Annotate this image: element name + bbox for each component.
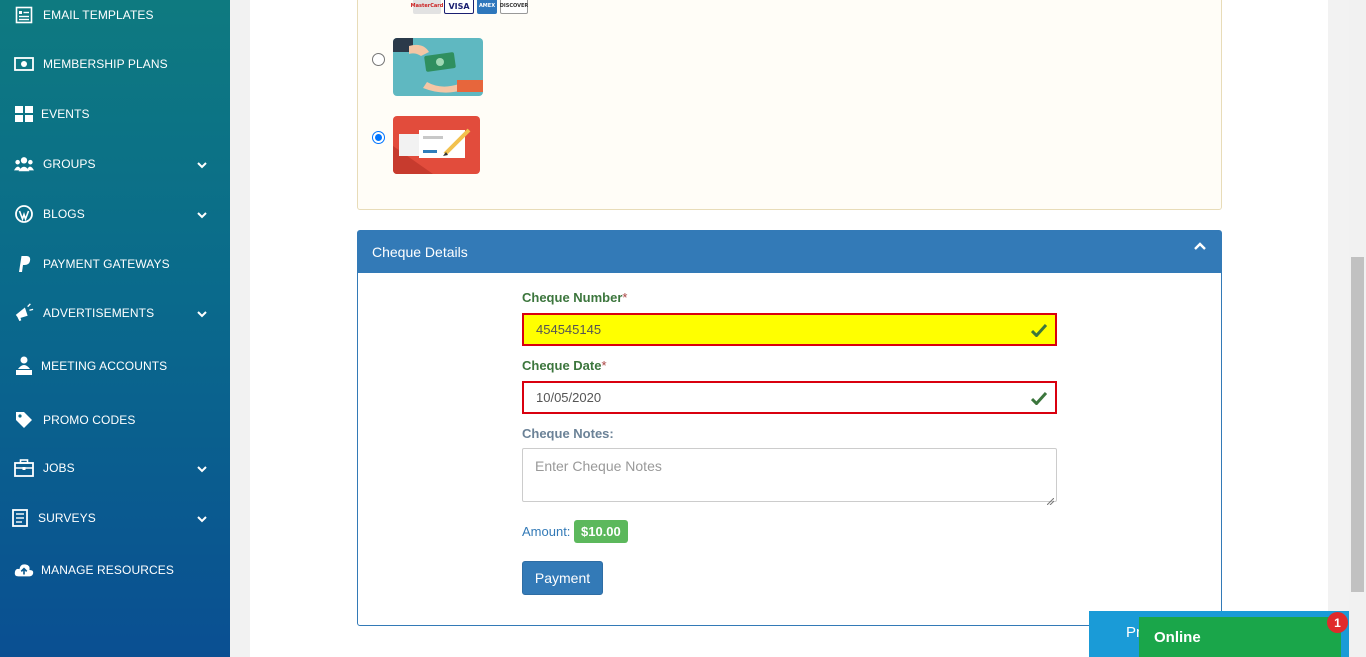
sidebar-item-jobs[interactable]: JOBS (0, 448, 230, 488)
briefcase-icon (14, 458, 34, 478)
page-scrollbar[interactable] (1349, 0, 1366, 657)
cheque-number-value: 454545145 (536, 322, 602, 337)
chevron-down-icon (196, 307, 208, 319)
checkmark-icon (1030, 323, 1048, 338)
checkmark-icon (1030, 391, 1048, 406)
sidebar-item-label: GROUPS (43, 157, 96, 171)
chat-status-label: Online (1154, 629, 1201, 646)
panel-title: Cheque Details (372, 244, 468, 260)
sidebar-item-events[interactable]: EVENTS (0, 94, 230, 134)
amount-badge: $10.00 (574, 520, 628, 543)
sidebar-item-label: BLOGS (43, 207, 85, 221)
cheque-payment-image[interactable] (393, 116, 480, 174)
chevron-down-icon (196, 462, 208, 474)
sidebar-item-label: SURVEYS (38, 511, 96, 525)
megaphone-icon (14, 303, 34, 323)
sidebar-item-payment-gateways[interactable]: PAYMENT GATEWAYS (0, 244, 230, 284)
email-template-icon (14, 5, 34, 25)
required-mark: * (622, 290, 628, 305)
cloud-upload-icon (14, 560, 34, 580)
sidebar-item-label: MEETING ACCOUNTS (41, 359, 168, 373)
sidebar-item-membership-plans[interactable]: MEMBERSHIP PLANS (0, 44, 230, 84)
sidebar-item-label: EVENTS (41, 107, 90, 121)
cheque-notes-placeholder: Enter Cheque Notes (535, 458, 662, 474)
sidebar-item-label: PROMO CODES (43, 413, 136, 427)
payment-method-box (357, 0, 1222, 210)
mastercard-logo: MasterCard (411, 0, 443, 14)
money-icon (14, 54, 34, 74)
card-logos: MasterCard VISA AMEX DISCOVER (411, 0, 528, 14)
scrollbar-thumb[interactable] (1351, 257, 1364, 592)
sidebar-item-label: JOBS (43, 461, 75, 475)
grid-icon (14, 104, 34, 124)
cheque-number-input[interactable]: 454545145 (522, 313, 1057, 346)
sidebar-item-label: MEMBERSHIP PLANS (43, 57, 168, 71)
cheque-date-input[interactable]: 10/05/2020 (522, 381, 1057, 414)
chat-notification-badge: 1 (1327, 612, 1348, 633)
cheque-notes-textarea[interactable]: Enter Cheque Notes (522, 448, 1057, 506)
discover-logo: DISCOVER (500, 0, 528, 14)
resize-grip-icon[interactable] (1046, 492, 1055, 506)
sidebar-item-manage-resources[interactable]: MANAGE RESOURCES (0, 550, 230, 590)
chevron-down-icon (196, 208, 208, 220)
chevron-down-icon (196, 158, 208, 170)
sidebar-item-surveys[interactable]: SURVEYS (0, 498, 230, 538)
wordpress-icon (14, 204, 34, 224)
chat-online-button[interactable]: Online (1139, 617, 1341, 657)
sidebar-item-label: PAYMENT GATEWAYS (43, 257, 170, 271)
sidebar-item-meeting-accounts[interactable]: MEETING ACCOUNTS (0, 346, 230, 386)
visa-logo: VISA (444, 0, 474, 14)
sidebar: EMAIL TEMPLATES MEMBERSHIP PLANS EVENTS … (0, 0, 230, 657)
cheque-details-panel: Cheque Details (357, 230, 1222, 626)
tag-icon (14, 410, 34, 430)
cheque-date-value: 10/05/2020 (536, 390, 602, 405)
amex-logo: AMEX (477, 0, 497, 14)
cash-payment-image[interactable] (393, 38, 483, 96)
user-desk-icon (14, 356, 34, 376)
cheque-radio[interactable] (372, 131, 385, 144)
sidebar-item-advertisements[interactable]: ADVERTISEMENTS (0, 293, 230, 333)
chevron-up-icon[interactable] (1193, 239, 1207, 253)
cheque-notes-label: Cheque Notes: (522, 426, 614, 441)
cheque-date-label: Cheque Date* (522, 358, 607, 373)
sidebar-item-groups[interactable]: GROUPS (0, 144, 230, 184)
users-icon (14, 154, 34, 174)
payment-button[interactable]: Payment (522, 561, 603, 595)
paypal-icon (14, 254, 34, 274)
chevron-down-icon (196, 512, 208, 524)
cash-radio[interactable] (372, 53, 385, 66)
amount-label: Amount: (522, 524, 571, 539)
cheque-number-label: Cheque Number* (522, 290, 628, 305)
sidebar-item-label: ADVERTISEMENTS (43, 306, 155, 320)
sidebar-item-promo-codes[interactable]: PROMO CODES (0, 400, 230, 440)
sidebar-item-label: MANAGE RESOURCES (41, 563, 174, 577)
sidebar-item-blogs[interactable]: BLOGS (0, 194, 230, 234)
sidebar-item-email-templates[interactable]: EMAIL TEMPLATES (0, 0, 230, 35)
panel-header[interactable]: Cheque Details (358, 231, 1221, 273)
survey-icon (10, 508, 30, 528)
sidebar-item-label: EMAIL TEMPLATES (43, 8, 154, 22)
required-mark: * (601, 358, 607, 373)
